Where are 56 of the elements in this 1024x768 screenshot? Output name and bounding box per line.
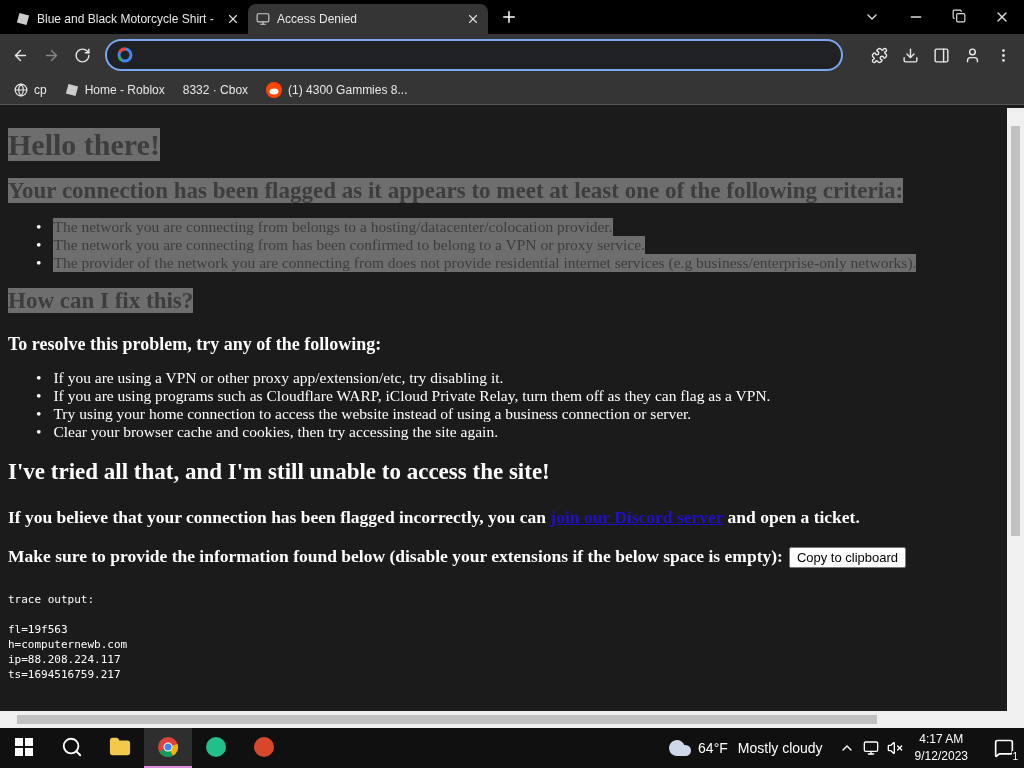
notification-count: 1	[1012, 751, 1018, 762]
bookmark[interactable]: 8332 · Cbox	[182, 83, 249, 97]
app-icon[interactable]	[206, 737, 226, 757]
paragraph-text: Make sure to provide the information found below (disable your extensions if the below space is empty):	[8, 546, 783, 566]
bookmark[interactable]: (1) 4300 Gammies 8...	[266, 82, 408, 98]
bullet: •	[36, 423, 42, 441]
browser-tab[interactable]: Access Denied	[248, 4, 488, 34]
notifications-icon[interactable]	[994, 738, 1014, 758]
close-icon[interactable]	[466, 12, 480, 26]
tab-title: Blue and Black Motorcycle Shirt -	[37, 12, 215, 26]
tab-title: Access Denied	[277, 12, 359, 26]
copy-button[interactable]: Copy to clipboard	[788, 547, 907, 569]
list-item: If you are using programs such as Cloudflare WARP, iCloud Private Relay, turn them off as they can flag as a VPN.	[53, 387, 771, 405]
list-item: Clear your browser cache and cookies, then try accessing the site again.	[53, 423, 499, 441]
roblox-icon	[64, 83, 79, 97]
network-icon[interactable]	[862, 740, 879, 756]
bullet: •	[36, 387, 42, 405]
bullet: •	[36, 405, 42, 423]
address-bar[interactable]	[104, 39, 844, 71]
bullet: •	[36, 236, 42, 254]
google-icon	[116, 47, 133, 63]
download-icon[interactable]	[902, 46, 920, 64]
section-heading: I've tried all that, and I'm still unable to access the site!	[8, 459, 550, 484]
windows-icon	[15, 738, 33, 756]
bookmark[interactable]: Home - Roblox	[64, 83, 165, 97]
temperature: 64°F	[698, 740, 728, 756]
taskbar-app[interactable]	[144, 728, 192, 768]
vertical-scrollbar[interactable]	[1007, 108, 1024, 711]
bullet: •	[36, 218, 42, 236]
horizontal-scrollbar[interactable]	[0, 711, 1024, 728]
roblox-icon	[16, 12, 30, 26]
paragraph: If you believe that your connection has been flagged incorrectly, you can join our Discord server and open a ticket.	[8, 507, 860, 527]
subheading: To resolve this problem, try any of the following:	[8, 334, 382, 354]
globe-icon	[14, 83, 28, 97]
reddit-icon	[266, 82, 283, 98]
close-icon[interactable]	[226, 12, 240, 26]
weather-text: Mostly cloudy	[737, 740, 823, 756]
extensions-icon[interactable]	[871, 46, 889, 64]
bookmark[interactable]: cp	[14, 83, 47, 97]
list-item: If you are using a VPN or other proxy app/extension/etc, try disabling it.	[53, 369, 504, 387]
bullet: •	[36, 369, 42, 387]
profile-icon[interactable]	[964, 46, 981, 64]
monitor-icon	[256, 12, 270, 26]
app-icon[interactable]	[254, 737, 274, 757]
list-item: Try using your home connection to access the website instead of using a business connection or server.	[53, 405, 692, 423]
reload-icon[interactable]	[73, 46, 91, 64]
search-icon[interactable]	[61, 736, 83, 758]
new-tab-icon[interactable]	[500, 8, 518, 26]
trace-output: trace output: fl=19f563 h=computernewb.com ip=88.208.224.117 ts=1694516759.217	[8, 593, 128, 682]
volume-muted-icon[interactable]	[886, 740, 903, 756]
chrome-icon[interactable]	[157, 736, 179, 758]
folder-icon[interactable]	[109, 736, 131, 758]
bullet: •	[36, 254, 42, 272]
restore-icon[interactable]	[952, 9, 966, 23]
clock[interactable]: 4:17 AM 9/12/2023	[914, 731, 968, 765]
side-panel-icon[interactable]	[933, 46, 951, 64]
